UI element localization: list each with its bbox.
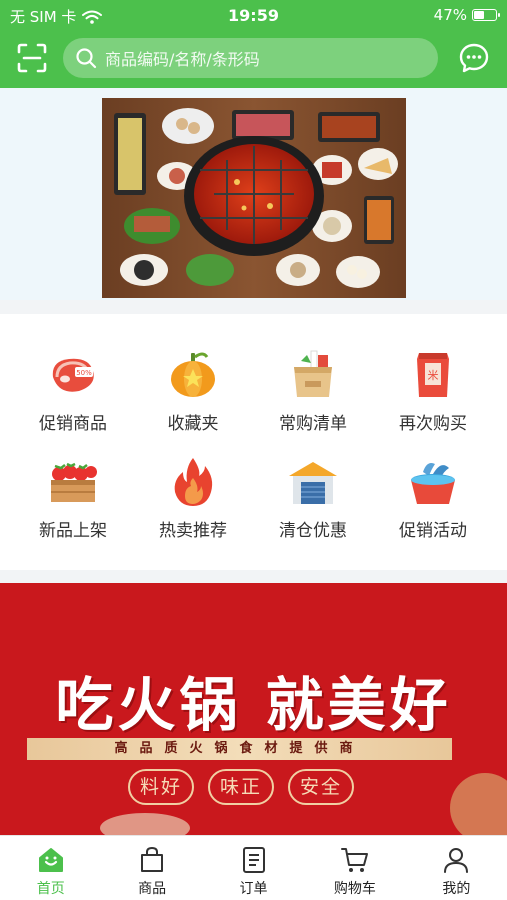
cart-icon [340,848,368,872]
grocery-bag-icon [294,350,332,397]
tab-label: 商品 [138,881,167,897]
tab-products[interactable]: 商品 [101,836,202,900]
category-label: 新品上架 [39,521,107,541]
tab-orders[interactable]: 订单 [203,836,304,900]
category-item-buy-again[interactable]: 米 再次购买 [373,347,493,437]
category-item-new-arrivals[interactable]: 新品上架 [13,454,133,544]
scan-icon[interactable] [16,42,48,74]
strawberry-crate-icon [51,462,97,502]
tab-label: 订单 [239,881,268,897]
category-label: 清仓优惠 [279,521,347,541]
category-item-favorites[interactable]: 收藏夹 [133,347,253,437]
status-bar: 无 SIM 卡 19:59 47% [0,0,507,30]
category-label: 再次购买 [399,414,467,434]
home-page: 无 SIM 卡 19:59 47% 商品编码/名称/条形码 50% 促销商品 收… [0,0,507,900]
category-item-frequent-list[interactable]: 常购清单 [253,347,373,437]
bottom-tab-bar: 首页 商品 订单 购物车 我的 [0,835,507,900]
clock: 19:59 [228,6,279,25]
search-icon [76,48,97,69]
promo-subtitle: 高品质火锅食材提供商 [27,738,452,760]
tab-profile[interactable]: 我的 [406,836,507,900]
category-item-promotion-goods[interactable]: 50% 促销商品 [13,347,133,437]
hotpot-photo [102,98,406,298]
category-label: 常购清单 [279,414,347,434]
user-icon [444,848,469,873]
battery-status: 47% [433,6,500,24]
category-label: 收藏夹 [167,414,219,434]
order-icon [242,847,265,873]
search-input[interactable]: 商品编码/名称/条形码 [63,38,438,78]
tab-label: 我的 [442,881,471,897]
battery-icon [472,9,500,21]
promo-title: 吃火锅 就美好 [55,671,452,739]
home-icon [38,848,63,872]
food-decoration [450,773,507,835]
battery-percent: 47% [433,6,467,24]
promo-banner[interactable]: 吃火锅 就美好 高品质火锅食材提供商 料好 味正 安全 [0,583,507,835]
promo-badge: 味正 [208,769,274,805]
tab-label: 首页 [36,881,65,897]
warehouse-icon [289,462,337,504]
top-banner[interactable] [0,88,507,300]
rice-bag-icon: 米 [417,353,449,397]
search-placeholder: 商品编码/名称/条形码 [105,50,260,69]
tab-cart[interactable]: 购物车 [304,836,405,900]
meat-sale-icon: 50% [52,358,94,392]
promo-badge: 安全 [288,769,354,805]
tab-label: 购物车 [333,881,376,897]
category-item-promo-events[interactable]: 促销活动 [373,454,493,544]
svg-text:米: 米 [428,369,439,382]
food-decoration [100,813,190,835]
promo-badge: 料好 [128,769,194,805]
bag-icon [141,846,164,872]
pumpkin-star-icon [171,352,215,397]
svg-text:50%: 50% [76,369,92,377]
category-grid: 50% 促销商品 收藏夹 常购清单 米 再次购买 新品上架 热卖推荐 清仓优惠 … [0,314,507,570]
fish-bucket-icon [411,463,455,504]
tab-home[interactable]: 首页 [0,836,101,900]
category-label: 促销商品 [39,414,107,434]
category-label: 热卖推荐 [159,521,227,541]
category-item-clearance[interactable]: 清仓优惠 [253,454,373,544]
fire-icon [174,458,213,506]
message-icon[interactable] [458,42,490,74]
app-header: 无 SIM 卡 19:59 47% 商品编码/名称/条形码 [0,0,507,88]
category-label: 促销活动 [399,521,467,541]
category-item-hot-picks[interactable]: 热卖推荐 [133,454,253,544]
promo-badges: 料好 味正 安全 [128,769,354,805]
battery-fill [474,11,484,19]
